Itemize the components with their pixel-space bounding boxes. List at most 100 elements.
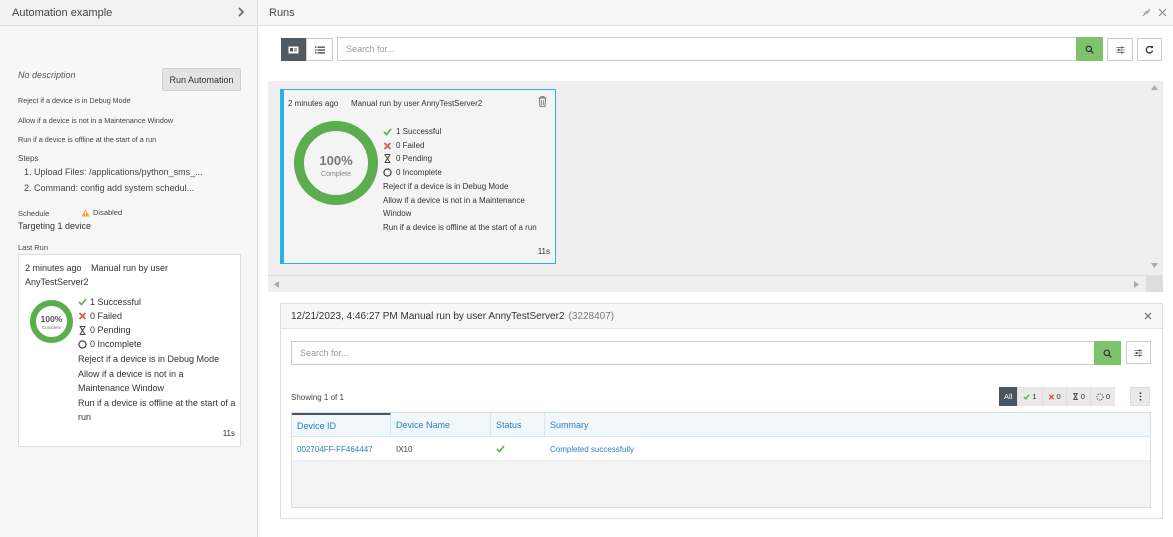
runs-search-input[interactable]: Search for... [337, 37, 1078, 61]
card-view-button[interactable] [281, 38, 306, 61]
runs-title: Runs [269, 6, 295, 19]
filter-failed[interactable]: 0 [1042, 387, 1067, 406]
run-card-time: 2 minutes ago [288, 99, 339, 108]
run-card-pending-label: 0 Pending [396, 154, 433, 163]
hourglass-icon [78, 325, 87, 335]
last-run-by-line2: AnyTestServer2 [25, 277, 89, 287]
schedule-heading: Schedule [18, 209, 50, 218]
runs-vertical-scrollbar[interactable] [1146, 81, 1163, 275]
runs-header: Runs [258, 0, 1173, 26]
search-icon [1103, 348, 1112, 358]
x-icon [1048, 393, 1055, 400]
check-icon [496, 445, 505, 453]
run-detail-panel: 12/21/2023, 4:46:27 PM Manual run by use… [280, 303, 1163, 519]
runs-search-placeholder: Search for... [346, 44, 395, 54]
row-summary: Completed successfully [550, 444, 635, 454]
list-icon [314, 46, 325, 54]
last-run-complete-label: Complete [42, 325, 62, 330]
last-run-progress-ring: 100% Complete [29, 299, 74, 344]
last-run-condition-maint-1: Allow if a device is not in a [78, 369, 184, 379]
runs-list: 2 minutes ago Manual run by user AnnyTes… [268, 81, 1163, 275]
scrollbar-corner [1146, 275, 1163, 292]
condition-maintenance-window: Allow if a device is not in a Maintenanc… [18, 116, 174, 125]
runs-panel: Runs Search for... 2 minutes ago Manual … [258, 0, 1173, 537]
filter-all-label: All [1004, 392, 1013, 401]
last-run-failed-label: 0 Failed [90, 311, 123, 321]
run-card-successful: 1 Successful [383, 127, 441, 136]
more-options-button[interactable] [1130, 387, 1150, 406]
run-card-condition-debug: Reject if a device is in Debug Mode [383, 182, 509, 191]
run-card-condition-offline: Run if a device is offline at the start … [383, 223, 537, 232]
run-card-percent: 100% [319, 153, 353, 168]
scroll-down-icon[interactable] [1151, 263, 1158, 268]
sliders-icon [1116, 46, 1125, 54]
hourglass-icon [1072, 393, 1079, 400]
refresh-button[interactable] [1137, 38, 1162, 61]
devices-filter-button[interactable] [1126, 341, 1151, 364]
filter-pending[interactable]: 0 [1066, 387, 1091, 406]
last-run-condition-offline-2: run [78, 412, 92, 422]
run-card-incomplete: 0 Incomplete [383, 168, 442, 177]
check-icon [1023, 393, 1030, 400]
devices-search-input[interactable]: Search for... [291, 341, 1095, 365]
circle-icon [78, 339, 87, 349]
filter-success[interactable]: 1 [1018, 387, 1043, 406]
condition-offline: Run if a device is offline at the start … [18, 135, 157, 144]
condition-debug-mode: Reject if a device is in Debug Mode [18, 96, 131, 105]
scroll-left-icon[interactable] [274, 281, 279, 288]
filter-all[interactable]: All [999, 387, 1019, 406]
row-device-id[interactable]: 002704FF-FF464447 [292, 437, 391, 461]
last-run-successful-label: 1 Successful [90, 297, 142, 307]
column-device-name[interactable]: Device Name [391, 413, 491, 437]
run-card-failed: 0 Failed [383, 141, 424, 150]
last-run-failed: 0 Failed [78, 311, 122, 321]
automation-header: Automation example [0, 0, 257, 26]
last-run-incomplete: 0 Incomplete [78, 339, 142, 349]
scroll-up-icon[interactable] [1151, 85, 1158, 90]
step-upload-files: 1. Upload Files: /applications/python_sm… [24, 167, 203, 177]
last-run-incomplete-label: 0 Incomplete [90, 339, 142, 349]
refresh-icon [1145, 45, 1154, 54]
runs-search-button[interactable] [1076, 37, 1103, 61]
check-icon [383, 127, 392, 136]
column-summary[interactable]: Summary [545, 413, 1150, 437]
last-run-pending-label: 0 Pending [90, 325, 131, 335]
run-automation-button[interactable]: Run Automation [162, 68, 241, 91]
run-card[interactable]: 2 minutes ago Manual run by user AnnyTes… [280, 89, 556, 264]
last-run-condition-offline-1: Run if a device is offline at the start … [78, 398, 236, 408]
status-filter-group: All 1 0 0 0 [999, 387, 1116, 406]
filter-success-count: 1 [1032, 392, 1037, 401]
collapse-icon[interactable] [1142, 8, 1151, 17]
search-icon [1085, 44, 1094, 54]
last-run-percent: 100% [41, 314, 63, 324]
run-card-progress-ring: 100% Complete [292, 118, 380, 208]
column-status[interactable]: Status [491, 413, 545, 437]
chevron-right-icon[interactable] [237, 7, 245, 17]
close-icon[interactable] [1158, 8, 1167, 17]
close-icon[interactable] [1144, 312, 1152, 320]
run-detail-header: 12/21/2023, 4:46:27 PM Manual run by use… [281, 304, 1162, 329]
runs-horizontal-scrollbar[interactable] [268, 275, 1163, 292]
run-card-condition-maint-2: Window [383, 209, 412, 218]
column-device-id[interactable]: Device ID [292, 413, 391, 437]
row-device-name: IX10 [396, 444, 413, 454]
run-card-pending: 0 Pending [383, 154, 432, 163]
table-header: Device ID Device Name Status Summary [292, 413, 1150, 437]
devices-search-button[interactable] [1094, 341, 1121, 365]
hourglass-icon [383, 154, 392, 163]
runs-filter-button[interactable] [1107, 38, 1133, 61]
trash-icon[interactable] [538, 96, 547, 107]
scroll-right-icon[interactable] [1134, 281, 1139, 288]
table-row[interactable]: 002704FF-FF464447 IX10 Completed success… [292, 437, 1150, 461]
vertical-dots-icon [1139, 392, 1142, 401]
x-icon [78, 312, 87, 320]
last-run-heading: Last Run [18, 243, 49, 252]
filter-incomplete[interactable]: 0 [1090, 387, 1116, 406]
list-view-button[interactable] [306, 38, 333, 61]
id-card-icon [288, 46, 299, 54]
last-run-duration: 11s [222, 429, 235, 438]
run-card-failed-label: 0 Failed [396, 141, 425, 150]
automation-title: Automation example [12, 6, 113, 19]
last-run-card[interactable]: 2 minutes ago Manual run by user AnyTest… [18, 254, 241, 447]
sliders-icon [1134, 349, 1143, 357]
